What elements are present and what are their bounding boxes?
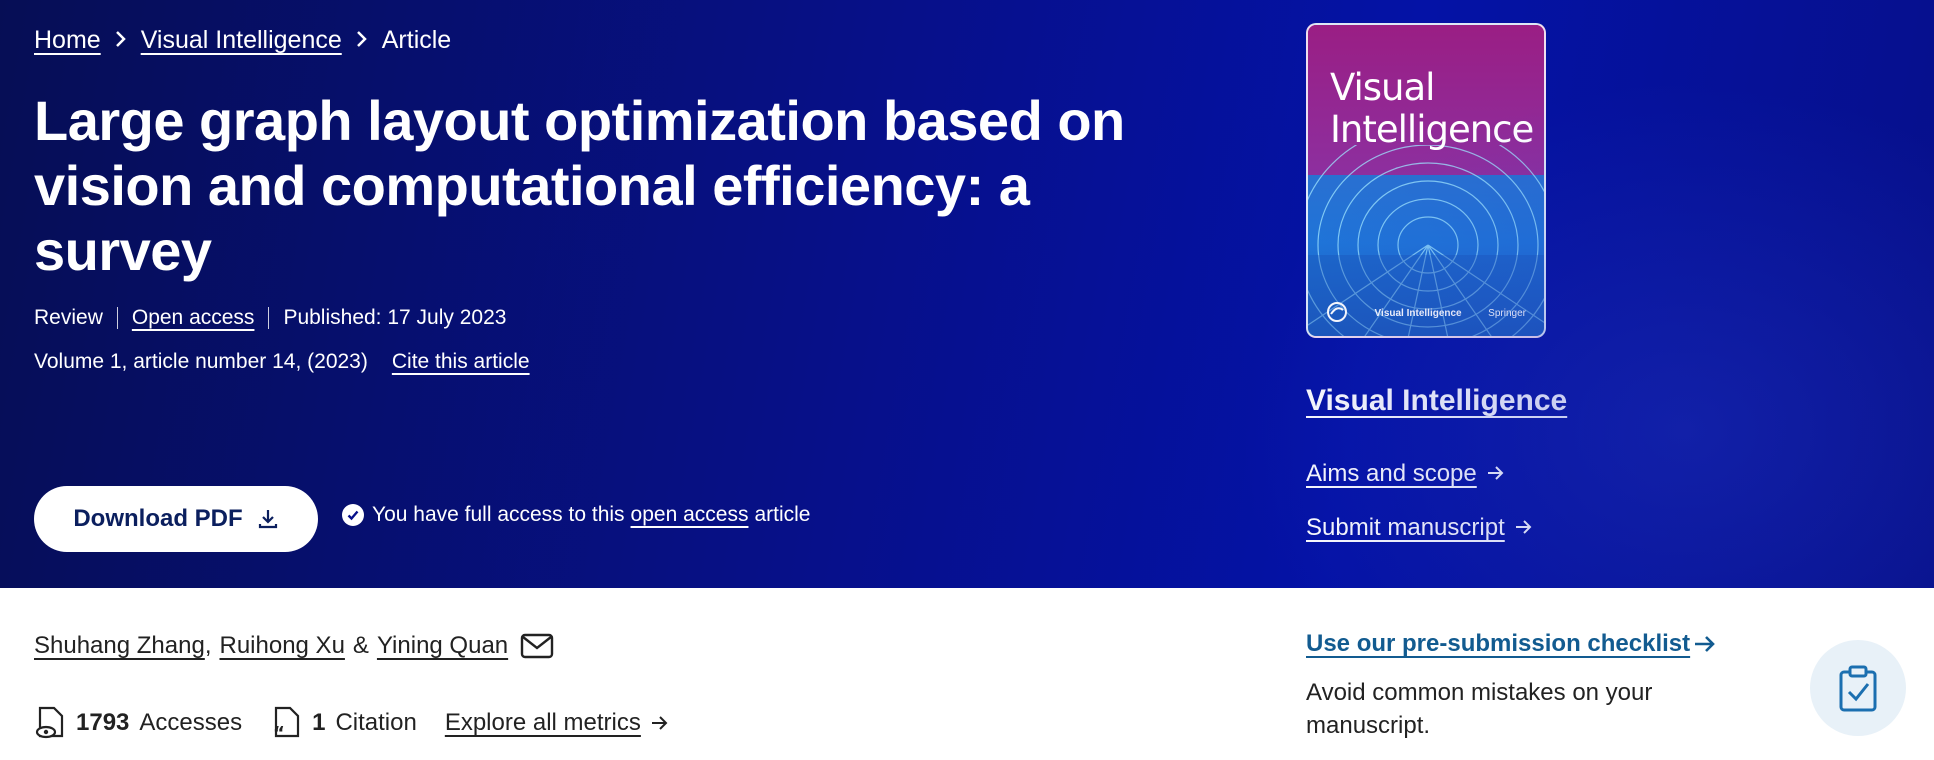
explore-metrics-link[interactable]: Explore all metrics <box>445 709 669 737</box>
chevron-right-icon <box>356 28 368 54</box>
explore-metrics-label: Explore all metrics <box>444 709 641 736</box>
volume-info: Volume 1, article number 14, (2023) <box>34 350 368 373</box>
article-metrics: 1793 Accesses “ 1 Citation Explore all m… <box>34 706 669 740</box>
cover-title-line: Intelligence <box>1330 108 1534 151</box>
accesses-metric: 1793 Accesses <box>34 706 242 740</box>
arrow-right-icon <box>1515 514 1533 542</box>
submit-manuscript-link[interactable]: Submit manuscript <box>1306 514 1533 542</box>
pre-submission-checklist-link[interactable]: Use our pre-submission checklist <box>1306 630 1716 658</box>
article-meta: Review Open access Published: 17 July 20… <box>34 306 506 330</box>
arrow-right-icon <box>1487 460 1505 488</box>
download-pdf-button[interactable]: Download PDF <box>34 486 318 552</box>
cite-article-link[interactable]: Cite this article <box>392 350 530 374</box>
author-link[interactable]: Shuhang Zhang <box>34 632 205 660</box>
article-volume-row: Volume 1, article number 14, (2023) Cite… <box>34 350 530 374</box>
breadcrumb: Home Visual Intelligence Article <box>34 26 451 55</box>
arrow-right-icon <box>651 716 668 730</box>
accesses-label: Accesses <box>139 709 243 736</box>
aims-scope-label: Aims and scope <box>1306 460 1477 487</box>
breadcrumb-journal[interactable]: Visual Intelligence <box>141 26 342 55</box>
cover-title-line: Visual <box>1330 66 1435 109</box>
cover-footer: Visual Intelligence Springer <box>1308 301 1544 326</box>
cover-footer-journal: Visual Intelligence <box>1374 308 1462 319</box>
download-pdf-label: Download PDF <box>73 505 243 532</box>
cover-publisher: Springer <box>1488 308 1526 319</box>
citations-count: 1 <box>312 709 326 736</box>
citations-label: Citation <box>335 709 417 736</box>
breadcrumb-current: Article <box>381 26 452 54</box>
author-link[interactable]: Yining Quan <box>377 632 508 660</box>
author-separator: & <box>352 632 369 659</box>
journal-cover[interactable]: Visual Intelligence Visual Intelligence … <box>1306 23 1546 338</box>
access-note-link[interactable]: open access <box>631 503 749 527</box>
access-note-prefix: You have full access to this <box>372 503 625 526</box>
aims-scope-link[interactable]: Aims and scope <box>1306 460 1505 488</box>
access-note-suffix: article <box>754 503 811 526</box>
accesses-count: 1793 <box>76 709 130 736</box>
checklist-link-label: Use our pre-submission checklist <box>1306 630 1691 657</box>
article-title: Large graph layout optimization based on… <box>34 89 1125 282</box>
download-icon <box>258 510 277 529</box>
citations-metric: “ 1 Citation <box>270 706 417 740</box>
meta-divider <box>116 307 118 329</box>
full-access-note: You have full access to this open access… <box>342 503 811 527</box>
published-date: Published: 17 July 2023 <box>283 306 507 329</box>
document-eye-icon <box>35 706 64 739</box>
arrow-right-icon <box>1695 636 1715 652</box>
chevron-right-icon <box>115 28 127 54</box>
checklist-badge <box>1810 640 1906 736</box>
breadcrumb-home[interactable]: Home <box>34 26 101 55</box>
envelope-icon[interactable] <box>520 633 554 659</box>
svg-text:“: “ <box>273 723 285 740</box>
society-logo-icon <box>1326 301 1348 326</box>
clipboard-check-icon <box>1839 665 1877 712</box>
checklist-description: Avoid common mistakes on your manuscript… <box>1306 679 1653 739</box>
author-list: Shuhang Zhang , Ruihong Xu & Yining Quan <box>34 632 554 660</box>
author-separator: , <box>204 632 212 659</box>
article-type: Review <box>34 306 103 329</box>
submit-manuscript-label: Submit manuscript <box>1306 514 1505 541</box>
author-link[interactable]: Ruihong Xu <box>219 632 344 660</box>
journal-name-link[interactable]: Visual Intelligence <box>1306 384 1567 418</box>
open-access-link[interactable]: Open access <box>132 306 255 330</box>
article-hero: Home Visual Intelligence Article Large g… <box>0 0 1934 588</box>
meta-divider <box>268 307 270 329</box>
cover-title: Visual Intelligence <box>1330 66 1534 151</box>
document-quote-icon: “ <box>273 706 300 740</box>
check-circle-icon <box>342 504 364 526</box>
